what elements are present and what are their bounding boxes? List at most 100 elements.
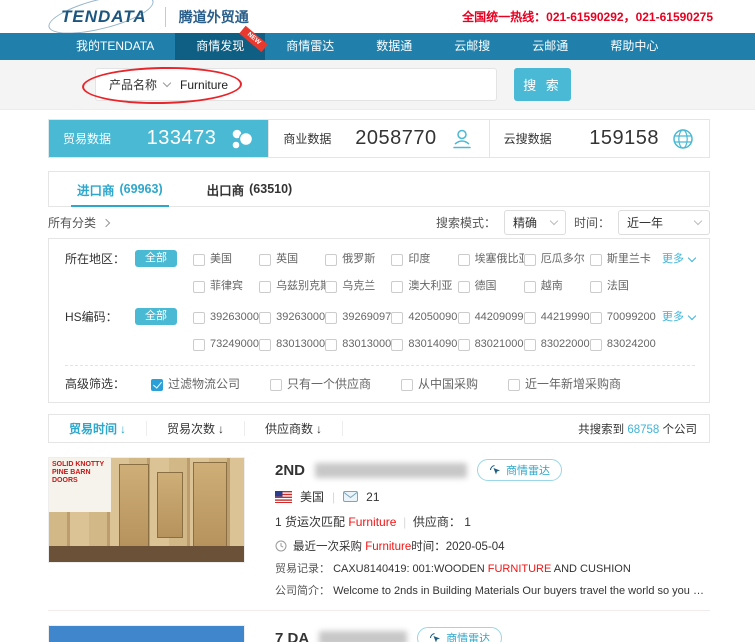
checkbox[interactable] bbox=[401, 379, 413, 391]
checkbox[interactable] bbox=[590, 339, 602, 351]
checkbox[interactable] bbox=[193, 312, 205, 324]
time-select[interactable]: 近一年 bbox=[618, 210, 710, 235]
nav-item-radar[interactable]: 商情雷达 bbox=[265, 33, 355, 60]
nav-item-datatong[interactable]: 数据通 bbox=[355, 33, 433, 60]
option-label: 8302200000 bbox=[541, 335, 590, 354]
checkbox-checked[interactable] bbox=[151, 379, 163, 391]
checkbox-option[interactable]: 44209099 bbox=[458, 308, 524, 327]
checkbox[interactable] bbox=[325, 281, 337, 293]
search-category-dropdown[interactable]: 产品名称 bbox=[96, 76, 180, 93]
checkbox[interactable] bbox=[458, 254, 470, 266]
sort-trade-time[interactable]: 贸易时间 ↓ bbox=[49, 421, 147, 436]
region-all-button[interactable]: 全部 bbox=[135, 250, 177, 267]
company-name[interactable]: 2ND bbox=[275, 462, 305, 479]
checkbox[interactable] bbox=[259, 339, 271, 351]
checkbox-option[interactable]: 只有一个供应商 bbox=[270, 375, 371, 394]
nav-item-discovery[interactable]: 商情发现 NEW bbox=[175, 33, 265, 60]
nav-item-help-center[interactable]: 帮助中心 bbox=[589, 33, 679, 60]
checkbox[interactable] bbox=[524, 254, 536, 266]
envelope-icon[interactable] bbox=[343, 491, 358, 502]
checkbox[interactable] bbox=[259, 312, 271, 324]
checkbox[interactable] bbox=[391, 281, 403, 293]
checkbox-option[interactable]: 70099200 bbox=[590, 308, 656, 327]
checkbox-option[interactable]: 8302100000 bbox=[458, 335, 524, 354]
checkbox[interactable] bbox=[193, 254, 205, 266]
checkbox-option[interactable]: 斯里兰卡 bbox=[590, 250, 656, 269]
checkbox-option[interactable]: 越南 bbox=[524, 277, 590, 296]
radar-button[interactable]: 商情雷达 bbox=[477, 459, 562, 481]
checkbox-option[interactable]: 过滤物流公司 bbox=[151, 375, 240, 394]
checkbox[interactable] bbox=[458, 312, 470, 324]
checkbox-option[interactable]: 从中国采购 bbox=[401, 375, 478, 394]
checkbox[interactable] bbox=[524, 312, 536, 324]
checkbox-option[interactable]: 英国 bbox=[259, 250, 325, 269]
checkbox[interactable] bbox=[325, 254, 337, 266]
hs-all-button[interactable]: 全部 bbox=[135, 308, 177, 325]
checkbox[interactable] bbox=[458, 339, 470, 351]
radar-button[interactable]: 商情雷达 bbox=[417, 627, 502, 642]
checkbox[interactable] bbox=[325, 339, 337, 351]
checkbox[interactable] bbox=[524, 281, 536, 293]
all-categories-link[interactable]: 所有分类 bbox=[48, 214, 109, 231]
checkbox-option[interactable]: 埃塞俄比亚 bbox=[458, 250, 524, 269]
checkbox[interactable] bbox=[259, 281, 271, 293]
checkbox-option[interactable]: 73249000 bbox=[193, 335, 259, 354]
checkbox-option[interactable]: 8301300000 bbox=[325, 335, 391, 354]
checkbox-option[interactable]: 乌克兰 bbox=[325, 277, 391, 296]
company-thumbnail[interactable]: 7DAY bbox=[48, 625, 245, 642]
checkbox[interactable] bbox=[270, 379, 282, 391]
checkbox[interactable] bbox=[193, 281, 205, 293]
checkbox[interactable] bbox=[590, 254, 602, 266]
checkbox[interactable] bbox=[508, 379, 520, 391]
checkbox-option[interactable]: 44219990 bbox=[524, 308, 590, 327]
search-input[interactable] bbox=[180, 78, 496, 92]
checkbox-option[interactable]: 德国 bbox=[458, 277, 524, 296]
checkbox-option[interactable]: 近一年新增采购商 bbox=[508, 375, 621, 394]
tab-importers[interactable]: 进口商 (69963) bbox=[77, 172, 163, 206]
checkbox[interactable] bbox=[259, 254, 271, 266]
checkbox[interactable] bbox=[391, 339, 403, 351]
checkbox[interactable] bbox=[391, 254, 403, 266]
checkbox-option[interactable]: 澳大利亚 bbox=[391, 277, 457, 296]
nav-item-my-tendata[interactable]: 我的TENDATA bbox=[55, 33, 175, 60]
checkbox-option[interactable]: 83014090 bbox=[391, 335, 457, 354]
checkbox-option[interactable]: 83013000 bbox=[259, 335, 325, 354]
checkbox-option[interactable]: 乌兹别克斯.. bbox=[259, 277, 325, 296]
checkbox[interactable] bbox=[193, 339, 205, 351]
stat-business-data[interactable]: 商业数据 2058770 bbox=[268, 120, 488, 157]
checkbox[interactable] bbox=[590, 281, 602, 293]
search-button[interactable]: 搜 索 bbox=[514, 68, 571, 101]
checkbox-option[interactable]: 厄瓜多尔 bbox=[524, 250, 590, 269]
hotline-text: 全国统一热线：021-61590292，021-61590275 bbox=[462, 8, 713, 25]
checkbox-option[interactable]: 3926909709 bbox=[325, 308, 391, 327]
checkbox[interactable] bbox=[325, 312, 337, 324]
company-name[interactable]: 7 DA bbox=[275, 630, 309, 642]
checkbox[interactable] bbox=[590, 312, 602, 324]
sort-supplier-count[interactable]: 供应商数 ↓ bbox=[245, 421, 343, 436]
checkbox-option[interactable]: 8302200000 bbox=[524, 335, 590, 354]
checkbox-option[interactable]: 菲律宾 bbox=[193, 277, 259, 296]
logo[interactable]: TENDATA 腾道外贸通 bbox=[55, 5, 249, 29]
stat-trade-data[interactable]: 贸易数据 133473 bbox=[49, 120, 268, 157]
checkbox-option[interactable]: 83024200 bbox=[590, 335, 656, 354]
checkbox[interactable] bbox=[524, 339, 536, 351]
option-label: 3926300000 bbox=[276, 308, 325, 327]
checkbox-option[interactable]: 法国 bbox=[590, 277, 656, 296]
stat-cloud-search-data[interactable]: 云搜数据 159158 bbox=[489, 120, 709, 157]
sort-trade-count[interactable]: 贸易次数 ↓ bbox=[147, 421, 245, 436]
nav-item-cloud-mail-search[interactable]: 云邮搜 bbox=[433, 33, 511, 60]
checkbox-option[interactable]: 3926300000 bbox=[259, 308, 325, 327]
checkbox-option[interactable]: 印度 bbox=[391, 250, 457, 269]
region-more-link[interactable]: 更多 bbox=[662, 250, 695, 269]
checkbox-option[interactable]: 42050090 bbox=[391, 308, 457, 327]
company-thumbnail[interactable]: SOLID KNOTTY PINE BARN DOORS bbox=[48, 457, 245, 563]
search-mode-select[interactable]: 精确 bbox=[504, 210, 566, 235]
tab-exporters[interactable]: 出口商 (63510) bbox=[207, 172, 293, 206]
checkbox[interactable] bbox=[458, 281, 470, 293]
checkbox-option[interactable]: 39263000 bbox=[193, 308, 259, 327]
checkbox[interactable] bbox=[391, 312, 403, 324]
hs-more-link[interactable]: 更多 bbox=[662, 308, 695, 327]
nav-item-cloud-mail[interactable]: 云邮通 bbox=[511, 33, 589, 60]
checkbox-option[interactable]: 美国 bbox=[193, 250, 259, 269]
checkbox-option[interactable]: 俄罗斯 bbox=[325, 250, 391, 269]
